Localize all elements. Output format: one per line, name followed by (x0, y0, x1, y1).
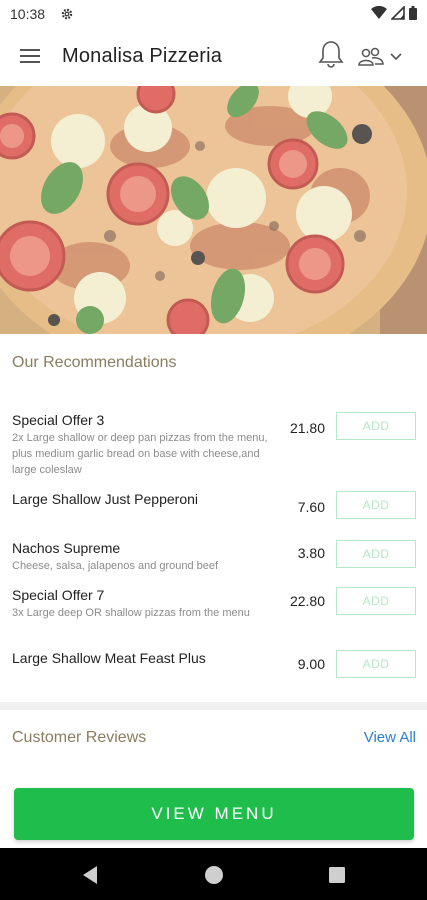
settings-icon (60, 7, 74, 24)
item-name: Special Offer 3 (12, 412, 105, 428)
status-bar: 10:38 (0, 0, 427, 28)
view-all-link[interactable]: View All (364, 729, 416, 746)
item-description: 3x Large deep OR shallow pizzas from the… (12, 607, 250, 619)
recents-button[interactable] (326, 864, 348, 886)
recommendations-section: Our Recommendations Special Offer 3 2x L… (0, 334, 427, 702)
add-button[interactable]: ADD (336, 540, 416, 568)
page-title: Monalisa Pizzeria (62, 45, 223, 67)
signal-icon (390, 5, 405, 23)
item-description: Cheese, salsa, jalapenos and ground beef (12, 560, 219, 572)
home-button[interactable] (203, 864, 225, 886)
hero-image (0, 86, 427, 334)
people-icon (358, 47, 384, 66)
back-button[interactable] (80, 864, 102, 886)
add-button[interactable]: ADD (336, 587, 416, 615)
account-switcher[interactable] (358, 44, 412, 70)
bell-icon (318, 41, 344, 68)
battery-icon (409, 6, 417, 23)
add-button[interactable]: ADD (336, 650, 416, 678)
chevron-down-icon (390, 53, 402, 61)
hero-overlay (0, 86, 427, 334)
item-price: 3.80 (297, 545, 325, 561)
notifications-button[interactable] (318, 40, 346, 70)
divider (0, 702, 427, 710)
menu-button[interactable] (18, 44, 42, 68)
item-price: 9.00 (297, 656, 325, 672)
app-bar: Monalisa Pizzeria (0, 28, 427, 87)
item-price: 7.60 (297, 499, 325, 515)
item-name: Large Shallow Just Pepperoni (12, 491, 199, 507)
item-description: 2x Large shallow or deep pan pizzas from… (12, 432, 268, 476)
add-button[interactable]: ADD (336, 491, 416, 519)
section-title: Our Recommendations (12, 354, 177, 371)
back-icon (83, 866, 97, 884)
wifi-icon (371, 5, 387, 23)
reviews-section: Customer Reviews View All (0, 710, 427, 780)
item-name: Nachos Supreme (12, 540, 121, 556)
menu-icon (20, 49, 40, 63)
view-menu-button[interactable]: VIEW MENU (14, 788, 414, 840)
item-name: Large Shallow Meat Feast Plus (12, 650, 206, 666)
status-icons (371, 5, 417, 23)
recents-icon (329, 867, 345, 883)
section-title: Customer Reviews (12, 729, 147, 746)
status-time: 10:38 (10, 6, 46, 22)
item-name: Special Offer 7 (12, 587, 105, 603)
navigation-bar (0, 848, 427, 900)
item-price: 21.80 (289, 420, 325, 436)
item-price: 22.80 (289, 593, 325, 609)
home-icon (205, 866, 223, 884)
add-button[interactable]: ADD (336, 412, 416, 440)
